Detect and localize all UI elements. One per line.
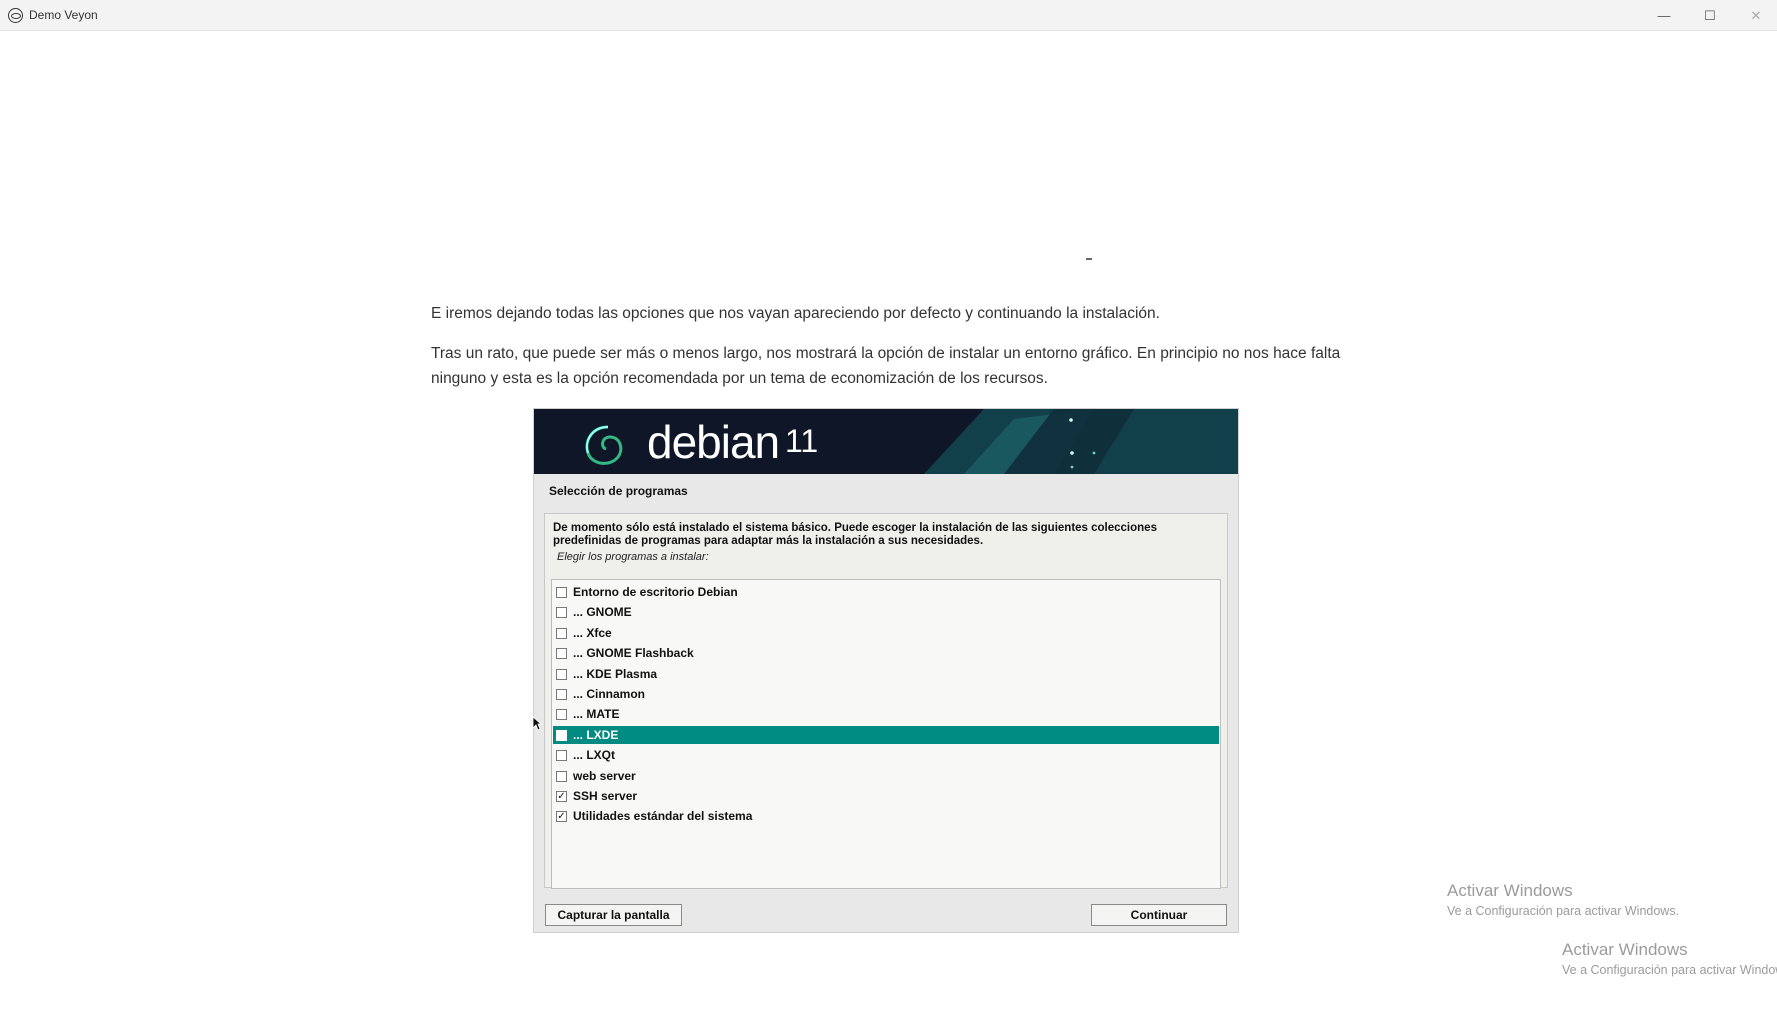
checkbox[interactable]: [556, 709, 567, 721]
checkbox[interactable]: [556, 668, 567, 680]
debian-swirl-icon: [585, 425, 623, 465]
checkbox[interactable]: [556, 689, 567, 700]
software-option-label: ... LXDE: [573, 727, 619, 742]
selection-description: De momento sólo está instalado el sistem…: [553, 522, 1157, 547]
software-option[interactable]: ... LXDE: [553, 725, 1219, 744]
software-option[interactable]: ... GNOME Flashback: [553, 644, 1219, 662]
checkbox[interactable]: [556, 750, 567, 762]
banner-decoration: [924, 409, 1238, 474]
activate-heading: Activar Windows: [1562, 940, 1688, 959]
software-option[interactable]: ... GNOME: [553, 603, 1219, 621]
checkbox[interactable]: [556, 627, 567, 639]
article-paragraph-1: E iremos dejando todas las opciones que …: [431, 305, 1160, 322]
mouse-cursor-icon: [532, 716, 542, 731]
separator-dash: [1086, 258, 1092, 260]
article-paragraph-2: Tras un rato, que puede ser más o menos …: [431, 345, 1341, 387]
software-list[interactable]: Entorno de escritorio Debian ... GNOME...…: [551, 579, 1221, 889]
software-option-label: ... Xfce: [573, 625, 612, 640]
software-option-label: Entorno de escritorio Debian: [573, 585, 738, 599]
debian-version: 11: [785, 423, 819, 459]
software-option-label: ... GNOME: [573, 605, 632, 620]
continue-button[interactable]: Continuar: [1091, 904, 1227, 926]
activate-windows-watermark: Activar Windows Ve a Configuración para …: [1562, 940, 1777, 977]
maximize-button[interactable]: ☐: [1687, 0, 1733, 31]
software-option-label: ... Cinnamon: [573, 687, 645, 701]
capture-screen-button[interactable]: Capturar la pantalla: [545, 904, 682, 926]
debian-wordmark: debian: [647, 416, 780, 468]
veyon-eye-icon: [8, 8, 23, 23]
activate-subtext: Ve a Configuración para activar Windows.: [1562, 963, 1777, 977]
software-option[interactable]: ✓ Utilidades estándar del sistema: [553, 807, 1219, 825]
window-titlebar: Demo Veyon — ☐ ✕: [0, 0, 1777, 31]
software-option[interactable]: Entorno de escritorio Debian: [553, 583, 1219, 601]
checkbox-checked[interactable]: ✓: [556, 811, 567, 823]
software-option-label: ... MATE: [573, 707, 620, 722]
software-option[interactable]: ... Cinnamon: [553, 685, 1219, 703]
software-option[interactable]: ✓ SSH server: [553, 787, 1219, 805]
minimize-button[interactable]: —: [1641, 0, 1687, 31]
software-option[interactable]: web server: [553, 767, 1219, 785]
software-option[interactable]: ... Xfce: [553, 624, 1219, 642]
activate-windows-watermark: Activar Windows Ve a Configuración para …: [1447, 881, 1679, 918]
activate-subtext: Ve a Configuración para activar Windows.: [1447, 904, 1680, 918]
software-option[interactable]: ... KDE Plasma: [553, 665, 1219, 683]
selection-prompt: Elegir los programas a instalar:: [557, 551, 709, 563]
software-option[interactable]: ... LXQt: [553, 746, 1219, 764]
checkbox[interactable]: [556, 607, 567, 619]
checkbox[interactable]: [556, 729, 567, 741]
activate-heading: Activar Windows: [1447, 881, 1573, 900]
close-button[interactable]: ✕: [1733, 0, 1777, 31]
debian-installer-screenshot: debian 11 Selección de programas De mome…: [533, 408, 1239, 933]
checkbox[interactable]: [556, 587, 567, 598]
software-option[interactable]: ... MATE: [553, 705, 1219, 723]
software-selection-group: De momento sólo está instalado el sistem…: [544, 513, 1228, 889]
software-option-label: Utilidades estándar del sistema: [573, 809, 753, 824]
software-option-label: web server: [573, 768, 636, 783]
software-option-label: ... LXQt: [573, 748, 615, 763]
section-title: Selección de programas: [549, 484, 688, 498]
checkbox[interactable]: [556, 770, 567, 782]
software-option-label: SSH server: [573, 789, 638, 803]
debian-banner: debian 11: [534, 409, 1238, 474]
window-title: Demo Veyon: [29, 8, 98, 22]
software-option-label: ... KDE Plasma: [573, 666, 658, 681]
software-option-label: ... GNOME Flashback: [573, 646, 694, 661]
checkbox[interactable]: [556, 648, 567, 660]
checkbox-checked[interactable]: ✓: [556, 791, 567, 802]
